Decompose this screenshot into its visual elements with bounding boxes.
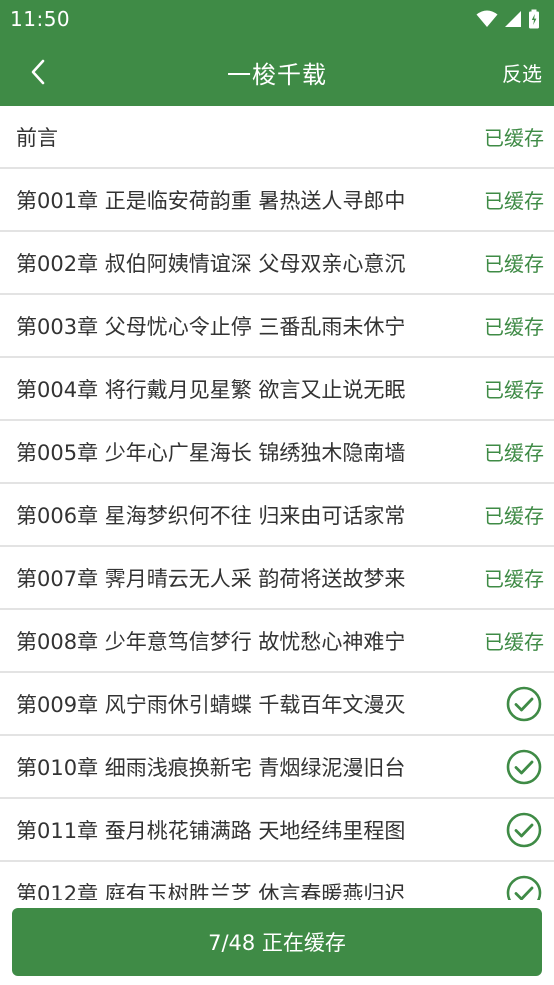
chapter-title: 第001章 正是临安荷韵重 暑热送人寻郎中 <box>16 188 406 213</box>
chapter-row[interactable]: 第006章 星海梦织何不往 归来由可话家常 已缓存 <box>0 484 554 547</box>
wifi-icon <box>476 10 498 27</box>
chapter-row[interactable]: 第004章 将行戴月见星繁 欲言又止说无眠 已缓存 <box>0 358 554 421</box>
chapter-title: 第006章 星海梦织何不往 归来由可话家常 <box>16 503 406 528</box>
chapter-title: 第007章 霁月晴云无人采 韵荷将送故梦来 <box>16 566 406 591</box>
caching-progress-button[interactable]: 7/48 正在缓存 <box>12 908 542 976</box>
app-root: 11:50 一梭千载 反选 前言 已缓存 第001章 正是临安荷韵重 暑热送人寻郎中… <box>0 0 554 985</box>
chapter-row[interactable]: 第011章 蚕月桃花铺满路 天地经纬里程图 <box>0 799 554 862</box>
chapter-row[interactable]: 第009章 风宁雨休引蜻蝶 千载百年文漫灭 <box>0 673 554 736</box>
chevron-left-icon <box>31 59 45 85</box>
checked-circle-icon[interactable] <box>506 875 542 901</box>
back-button[interactable] <box>18 52 58 92</box>
caching-progress-label: 7/48 正在缓存 <box>208 931 346 955</box>
chapter-title: 第010章 细雨浅痕换新宅 青烟绿泥漫旧台 <box>16 755 406 780</box>
cached-status-label: 已缓存 <box>484 126 544 150</box>
app-bar: 一梭千载 反选 <box>0 38 554 106</box>
chapter-row[interactable]: 前言 已缓存 <box>0 106 554 169</box>
bottom-bar: 7/48 正在缓存 <box>0 900 554 985</box>
chapter-title: 第009章 风宁雨休引蜻蝶 千载百年文漫灭 <box>16 692 406 717</box>
status-icons <box>476 9 540 29</box>
chapter-row[interactable]: 第003章 父母忧心令止停 三番乱雨未休宁 已缓存 <box>0 295 554 358</box>
chapter-title: 第003章 父母忧心令止停 三番乱雨未休宁 <box>16 314 406 339</box>
chapter-row[interactable]: 第007章 霁月晴云无人采 韵荷将送故梦来 已缓存 <box>0 547 554 610</box>
cached-status-label: 已缓存 <box>484 189 544 213</box>
cached-status-label: 已缓存 <box>484 378 544 402</box>
cached-status-label: 已缓存 <box>484 315 544 339</box>
signal-icon <box>505 11 521 27</box>
status-bar: 11:50 <box>0 0 554 38</box>
cached-status-label: 已缓存 <box>484 252 544 276</box>
status-time: 11:50 <box>10 7 71 31</box>
chapter-title: 第002章 叔伯阿姨情谊深 父母双亲心意沉 <box>16 251 406 276</box>
checked-circle-icon[interactable] <box>506 686 542 722</box>
cached-status-label: 已缓存 <box>484 630 544 654</box>
chapter-row[interactable]: 第008章 少年意笃信梦行 故忧愁心神难宁 已缓存 <box>0 610 554 673</box>
cached-status-label: 已缓存 <box>484 567 544 591</box>
chapter-list[interactable]: 前言 已缓存 第001章 正是临安荷韵重 暑热送人寻郎中 已缓存 第002章 叔伯阿姨情… <box>0 106 554 900</box>
chapter-row[interactable]: 第001章 正是临安荷韵重 暑热送人寻郎中 已缓存 <box>0 169 554 232</box>
checked-circle-icon[interactable] <box>506 812 542 848</box>
page-title: 一梭千载 <box>227 60 327 89</box>
chapter-row[interactable]: 第005章 少年心广星海长 锦绣独木隐南墙 已缓存 <box>0 421 554 484</box>
cached-status-label: 已缓存 <box>484 504 544 528</box>
chapter-title: 第004章 将行戴月见星繁 欲言又止说无眠 <box>16 377 406 402</box>
chapter-title: 前言 <box>16 125 58 150</box>
chapter-row[interactable]: 第002章 叔伯阿姨情谊深 父母双亲心意沉 已缓存 <box>0 232 554 295</box>
battery-icon <box>529 9 539 29</box>
chapter-row[interactable]: 第010章 细雨浅痕换新宅 青烟绿泥漫旧台 <box>0 736 554 799</box>
chapter-title: 第012章 庭有玉树胜兰芝 休言春暖燕归迟 <box>16 881 406 901</box>
chapter-title: 第008章 少年意笃信梦行 故忧愁心神难宁 <box>16 629 406 654</box>
chapter-title: 第011章 蚕月桃花铺满路 天地经纬里程图 <box>16 818 406 843</box>
chapter-title: 第005章 少年心广星海长 锦绣独木隐南墙 <box>16 440 406 465</box>
cached-status-label: 已缓存 <box>484 441 544 465</box>
invert-selection-button[interactable]: 反选 <box>502 58 542 87</box>
checked-circle-icon[interactable] <box>506 749 542 785</box>
chapter-row[interactable]: 第012章 庭有玉树胜兰芝 休言春暖燕归迟 <box>0 862 554 900</box>
